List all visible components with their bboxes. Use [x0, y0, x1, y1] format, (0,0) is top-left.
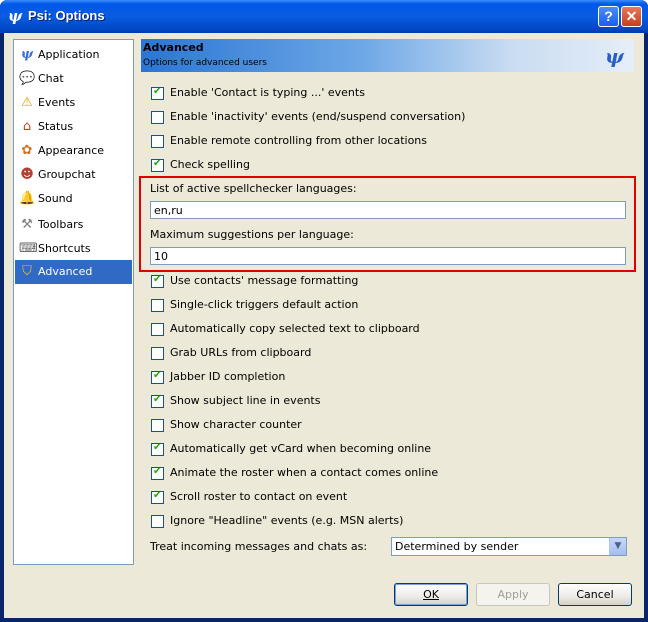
chevron-down-icon[interactable]: ▼ — [609, 538, 626, 555]
checkbox-box[interactable] — [151, 394, 164, 408]
checkbox-label: Automatically copy selected text to clip… — [170, 322, 420, 335]
sidebar-item-sound[interactable]: 🔔 Sound — [15, 187, 132, 211]
palette-icon: ✿ — [21, 143, 33, 158]
shield-icon: ⛉ — [22, 264, 32, 279]
cancel-button[interactable]: Cancel — [558, 583, 632, 606]
sidebar-item-application[interactable]: ψ Application — [15, 43, 132, 67]
checkbox-label: Enable 'inactivity' events (end/suspend … — [170, 110, 466, 123]
checkbox-box[interactable] — [151, 158, 164, 172]
sidebar-item-toolbars[interactable]: ⚒ Toolbars — [15, 213, 132, 237]
close-button[interactable]: ✕ — [621, 6, 642, 27]
bell-icon: 🔔 — [19, 191, 36, 206]
max-suggestions-input[interactable] — [150, 247, 626, 265]
checkbox-label: Jabber ID completion — [170, 370, 286, 383]
checkbox-label: Animate the roster when a contact comes … — [170, 466, 439, 479]
window-title: Psi: Options — [28, 8, 105, 23]
sidebar-item-label: Shortcuts — [38, 242, 91, 255]
treat-incoming-label: Treat incoming messages and chats as: — [150, 540, 368, 553]
chat-icon: 💬 — [19, 71, 36, 86]
checkbox-label: Use contacts' message formatting — [170, 274, 359, 287]
help-icon: ? — [604, 8, 613, 24]
cancel-button-label: Cancel — [576, 588, 614, 601]
checkbox-box[interactable] — [151, 323, 164, 336]
checkbox-label: Ignore "Headline" events (e.g. MSN alert… — [170, 514, 404, 527]
checkbox-label: Scroll roster to contact on event — [170, 490, 348, 503]
checkbox-box[interactable] — [151, 466, 164, 480]
advanced-panel: Advanced Options for advanced users ψ En… — [139, 39, 636, 565]
tools-icon: ⚒ — [21, 217, 33, 232]
checkbox-box[interactable] — [151, 442, 164, 456]
checkbox-box[interactable] — [151, 274, 164, 288]
checkbox-box[interactable] — [151, 347, 164, 360]
checkbox-label: Single-click triggers default action — [170, 298, 359, 311]
page-header-banner: Advanced Options for advanced users ψ — [141, 39, 634, 72]
title-bar[interactable]: ψ Psi: Options ? ✕ — [0, 0, 648, 33]
apply-button-label: Apply — [497, 588, 529, 601]
page-title: Advanced — [143, 41, 204, 54]
sidebar-item-events[interactable]: ⚠ Events — [15, 91, 132, 115]
house-icon: ⌂ — [22, 119, 32, 134]
spell-languages-input[interactable] — [150, 201, 626, 219]
options-window: ψ Psi: Options ? ✕ ψ Application 💬 Chat … — [0, 0, 648, 622]
sidebar-item-label: Advanced — [38, 265, 93, 278]
keyboard-icon: ⌨ — [19, 241, 38, 256]
sidebar-item-advanced[interactable]: ⛉ Advanced — [15, 260, 132, 284]
sidebar-item-status[interactable]: ⌂ Status — [15, 115, 132, 139]
sidebar-item-label: Groupchat — [38, 168, 96, 181]
spell-languages-label: List of active spellchecker languages: — [150, 182, 357, 195]
checkbox-box[interactable] — [151, 419, 164, 432]
dialog-body: ψ Application 💬 Chat ⚠ Events ⌂ Status ✿… — [4, 33, 644, 618]
help-button[interactable]: ? — [598, 6, 619, 27]
checkbox-label: Show subject line in events — [170, 394, 321, 407]
checkbox-label: Grab URLs from clipboard — [170, 346, 312, 359]
max-suggestions-label: Maximum suggestions per language: — [150, 228, 354, 241]
checkbox-label: Automatically get vCard when becoming on… — [170, 442, 432, 455]
psi-icon: ψ — [20, 47, 34, 62]
apply-button[interactable]: Apply — [476, 583, 550, 606]
checkbox-box[interactable] — [151, 111, 164, 124]
sidebar-item-label: Events — [38, 96, 76, 109]
warning-icon: ⚠ — [21, 95, 33, 110]
checkbox-box[interactable] — [151, 299, 164, 312]
ok-button-label: OK — [423, 588, 439, 601]
group-icon: ☻ — [20, 167, 34, 182]
close-icon: ✕ — [625, 8, 638, 24]
checkbox-label: Check spelling — [170, 158, 250, 171]
checkbox-box[interactable] — [151, 515, 164, 528]
sidebar-item-appearance[interactable]: ✿ Appearance — [15, 139, 132, 163]
checkbox-box[interactable] — [151, 86, 164, 100]
options-sidebar: ψ Application 💬 Chat ⚠ Events ⌂ Status ✿… — [13, 39, 134, 565]
checkbox-label: Enable 'Contact is typing ...' events — [170, 86, 365, 99]
sidebar-item-label: Application — [38, 48, 100, 61]
checkbox-box[interactable] — [151, 370, 164, 384]
page-subtitle: Options for advanced users — [143, 58, 267, 68]
checkbox-label: Enable remote controlling from other loc… — [170, 134, 428, 147]
sidebar-item-groupchat[interactable]: ☻ Groupchat — [15, 163, 132, 187]
sidebar-item-label: Status — [38, 120, 74, 133]
psi-logo-icon: ψ — [8, 7, 23, 25]
sidebar-item-shortcuts[interactable]: ⌨ Shortcuts — [15, 237, 132, 261]
sidebar-item-chat[interactable]: 💬 Chat — [15, 67, 132, 91]
checkbox-box[interactable] — [151, 490, 164, 504]
select-value: Determined by sender — [395, 540, 519, 553]
sidebar-item-label: Sound — [38, 192, 73, 205]
sidebar-item-label: Chat — [38, 72, 64, 85]
sidebar-item-label: Appearance — [38, 144, 105, 157]
psi-logo-icon: ψ — [605, 44, 624, 68]
ok-button[interactable]: OK — [394, 583, 468, 606]
checkbox-box[interactable] — [151, 135, 164, 148]
treat-incoming-select[interactable]: Determined by sender ▼ — [391, 537, 627, 556]
checkbox-label: Show character counter — [170, 418, 302, 431]
sidebar-item-label: Toolbars — [38, 218, 84, 231]
